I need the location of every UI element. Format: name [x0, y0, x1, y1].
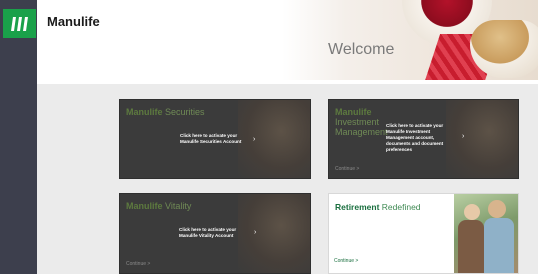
tile-retirement-redefined[interactable]: Retirement Redefined Continue >	[328, 193, 519, 274]
activate-securities-link[interactable]: Click here to activate your Manulife Sec…	[180, 133, 252, 145]
welcome-heading: Welcome	[328, 41, 395, 58]
header: Manulife Welcome	[37, 0, 538, 84]
tile-photo	[446, 100, 518, 178]
person-body	[484, 218, 514, 273]
tile-title-light: Securities	[165, 107, 205, 117]
tile-title-strong: Manulife	[126, 201, 163, 211]
left-sidebar	[0, 0, 37, 274]
tile-title: Retirement Redefined	[335, 202, 421, 212]
hero-image-nuts	[470, 20, 538, 78]
tile-title: Manulife Vitality	[126, 201, 191, 211]
person-head	[464, 204, 480, 220]
continue-link[interactable]: Continue >	[334, 258, 358, 264]
tile-securities[interactable]: Manulife Securities Click here to activa…	[119, 99, 311, 179]
person-body	[458, 220, 484, 273]
hero-banner: Welcome	[282, 0, 538, 80]
chevron-right-icon[interactable]: ›	[462, 133, 464, 140]
tile-title: Manulife Securities	[126, 107, 205, 117]
person-head	[488, 200, 506, 218]
tile-title-strong: Manulife	[335, 107, 372, 117]
brand-name[interactable]: Manulife	[47, 14, 100, 29]
tile-title-strong: Manulife	[126, 107, 163, 117]
chevron-right-icon[interactable]: ›	[254, 229, 256, 236]
tile-photo	[237, 194, 310, 273]
activate-vitality-link[interactable]: Click here to activate your Manulife Vit…	[179, 227, 245, 239]
chevron-right-icon[interactable]: ›	[253, 136, 255, 143]
retirement-photo	[454, 194, 518, 273]
tile-title-strong: Retirement	[335, 202, 380, 212]
tile-vitality[interactable]: Manulife Vitality Click here to activate…	[119, 193, 311, 274]
manulife-logo-icon[interactable]	[3, 9, 36, 38]
activate-investment-link[interactable]: Click here to activate your Manulife Inv…	[386, 123, 454, 153]
tile-title-light: Investment Management	[335, 117, 388, 137]
continue-link[interactable]: Continue >	[335, 166, 359, 172]
tile-title-light: Redefined	[381, 202, 421, 212]
tile-title-light: Vitality	[165, 201, 192, 211]
tile-investment-management[interactable]: Manulife Investment Management Click her…	[328, 99, 519, 179]
continue-link[interactable]: Continue >	[126, 261, 150, 267]
